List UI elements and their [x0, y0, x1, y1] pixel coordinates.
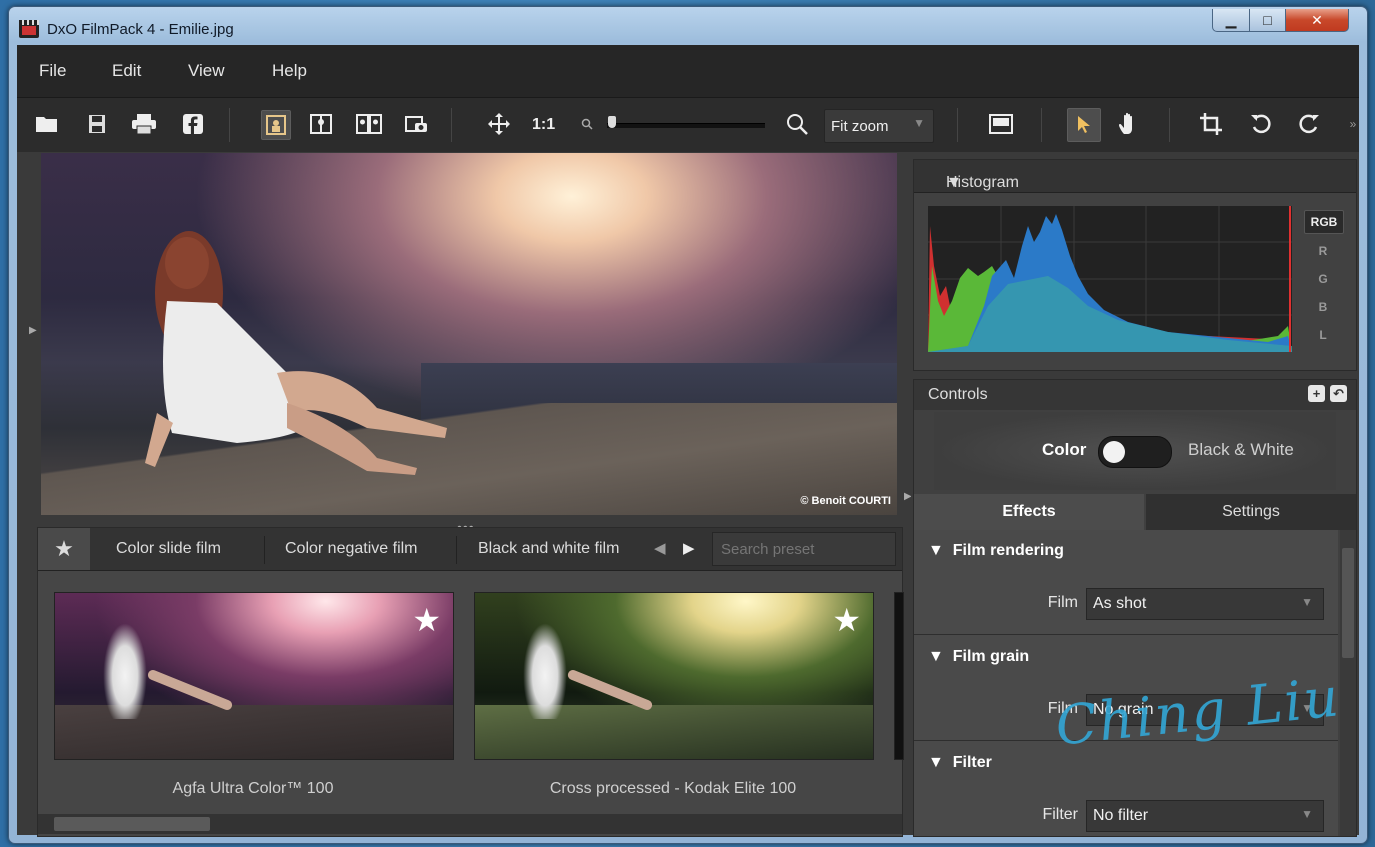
hand-icon[interactable]: [1115, 110, 1143, 138]
rotate-right-icon[interactable]: [1295, 110, 1323, 138]
section-title: Film rendering: [952, 542, 1064, 559]
tab-settings[interactable]: Settings: [1146, 494, 1356, 530]
histogram-panel: ▼ Histogram RGB R G B L: [913, 159, 1357, 371]
single-view-icon[interactable]: [261, 110, 291, 140]
vertical-scrollbar[interactable]: [1340, 530, 1356, 836]
channel-rgb-button[interactable]: RGB: [1304, 210, 1344, 234]
channel-l-button[interactable]: L: [1304, 328, 1342, 342]
tab-black-and-white-film[interactable]: Black and white film: [478, 540, 642, 558]
snapshot-icon[interactable]: [403, 110, 431, 138]
minimize-button[interactable]: ▁: [1212, 9, 1250, 32]
collapse-triangle-icon: ▼: [928, 754, 953, 771]
channel-r-button[interactable]: R: [1304, 244, 1342, 258]
title-bar[interactable]: DxO FilmPack 4 - Emilie.jpg ▁ □ ✕: [9, 7, 1367, 45]
horizontal-scrollbar[interactable]: [38, 814, 902, 834]
search-preset-input[interactable]: [712, 532, 896, 566]
zoom-one-to-one-button[interactable]: 1:1: [532, 116, 555, 134]
menu-bar: File Edit View Help: [17, 45, 1359, 97]
color-bw-toggle[interactable]: [1098, 436, 1172, 468]
maximize-button[interactable]: □: [1249, 9, 1286, 32]
select-arrow-icon[interactable]: [1067, 108, 1101, 142]
menu-file[interactable]: File: [39, 61, 66, 81]
channel-b-button[interactable]: B: [1304, 300, 1342, 314]
controls-header: Controls + ↶: [914, 380, 1356, 410]
tab-effects[interactable]: Effects: [914, 494, 1144, 530]
section-header-film-grain[interactable]: ▼ Film grain: [928, 648, 1029, 666]
zoom-slider-track[interactable]: [607, 123, 765, 128]
zoom-mode-value: Fit zoom: [831, 118, 889, 135]
add-preset-icon[interactable]: +: [1308, 385, 1325, 402]
preset-tabs: ★ Color slide film Color negative film B…: [38, 528, 902, 571]
toggle-label-color: Color: [1042, 440, 1087, 459]
preset-thumbnail-2[interactable]: ★: [474, 592, 874, 760]
split-view-icon[interactable]: [307, 110, 335, 138]
favorite-star-icon[interactable]: ★: [832, 601, 861, 639]
section-header-filter[interactable]: ▼ Filter: [928, 754, 992, 772]
folder-open-icon[interactable]: [33, 110, 61, 138]
section-title: Filter: [952, 754, 992, 771]
controls-panel: Controls + ↶ Color Black & White Effects…: [913, 379, 1357, 837]
preset-panel: ★ Color slide film Color negative film B…: [37, 527, 904, 837]
chevron-right-icon[interactable]: ▶: [683, 539, 695, 557]
side-by-side-icon[interactable]: [355, 110, 383, 138]
main-photo[interactable]: © Benoit COURTI: [41, 153, 897, 515]
menu-help[interactable]: Help: [272, 61, 307, 81]
photo-figure: [145, 231, 447, 475]
favorite-star-icon[interactable]: ★: [412, 601, 441, 639]
preset-label: Cross processed - Kodak Elite 100: [549, 780, 797, 797]
save-icon[interactable]: [83, 110, 111, 138]
chevron-down-icon: ▼: [913, 116, 925, 130]
move-icon[interactable]: [485, 110, 513, 138]
field-label: Filter: [1042, 806, 1078, 823]
section-header-film-rendering[interactable]: ▼ Film rendering: [928, 542, 1064, 560]
preview-icon[interactable]: [987, 110, 1015, 138]
zoom-out-icon[interactable]: [573, 110, 601, 138]
chevron-left-icon[interactable]: ◀: [654, 539, 666, 557]
facebook-icon[interactable]: [179, 110, 207, 138]
histogram-header[interactable]: ▼ Histogram: [914, 160, 1356, 193]
film-rendering-select[interactable]: As shot ▼: [1086, 588, 1324, 620]
close-button[interactable]: ✕: [1285, 9, 1349, 32]
menu-edit[interactable]: Edit: [112, 61, 141, 81]
chevron-down-icon: ▼: [1301, 807, 1313, 821]
histogram-graph: [928, 206, 1292, 352]
color-mode-toggle-row: Color Black & White: [934, 412, 1336, 490]
reset-icon[interactable]: ↶: [1330, 385, 1347, 402]
menu-view[interactable]: View: [188, 61, 225, 81]
favorites-star-icon[interactable]: ★: [38, 528, 90, 570]
select-value: No filter: [1093, 807, 1149, 824]
zoom-slider-thumb[interactable]: [608, 116, 616, 128]
toolbar: 1:1 Fit zoom ▼ »: [17, 97, 1359, 152]
preset-thumbnail-1[interactable]: ★: [54, 592, 454, 760]
collapse-triangle-icon: ▼: [928, 648, 953, 665]
toggle-knob[interactable]: [1103, 441, 1125, 463]
zoom-mode-dropdown[interactable]: Fit zoom ▼: [824, 109, 934, 143]
collapse-triangle-icon: ▼: [928, 542, 953, 559]
tab-color-negative-film[interactable]: Color negative film: [285, 540, 418, 558]
app-icon: [19, 20, 39, 38]
toggle-label-bw: Black & White: [1188, 440, 1294, 459]
photo-copyright: © Benoit COURTI: [800, 495, 891, 507]
field-label: Film: [1047, 594, 1078, 611]
controls-title: Controls: [928, 386, 988, 403]
preset-label: Agfa Ultra Color™ 100: [172, 780, 334, 797]
preset-thumbnail-3[interactable]: [894, 592, 904, 760]
left-panel-handle-icon[interactable]: ▶: [29, 325, 37, 336]
more-icon[interactable]: »: [1339, 110, 1367, 138]
filter-select[interactable]: No filter ▼: [1086, 800, 1324, 832]
scrollbar-thumb[interactable]: [54, 817, 210, 831]
scrollbar-thumb[interactable]: [1342, 548, 1354, 658]
tab-color-slide-film[interactable]: Color slide film: [116, 540, 221, 558]
print-icon[interactable]: [130, 110, 158, 138]
histogram-title: Histogram: [946, 174, 1019, 191]
crop-icon[interactable]: [1197, 110, 1225, 138]
channel-g-button[interactable]: G: [1304, 272, 1342, 286]
chevron-down-icon: ▼: [1301, 595, 1313, 609]
window-title: DxO FilmPack 4 - Emilie.jpg: [47, 21, 234, 38]
zoom-in-icon[interactable]: [783, 110, 811, 138]
select-value: As shot: [1093, 595, 1147, 612]
section-title: Film grain: [952, 648, 1030, 665]
rotate-left-icon[interactable]: [1247, 110, 1275, 138]
